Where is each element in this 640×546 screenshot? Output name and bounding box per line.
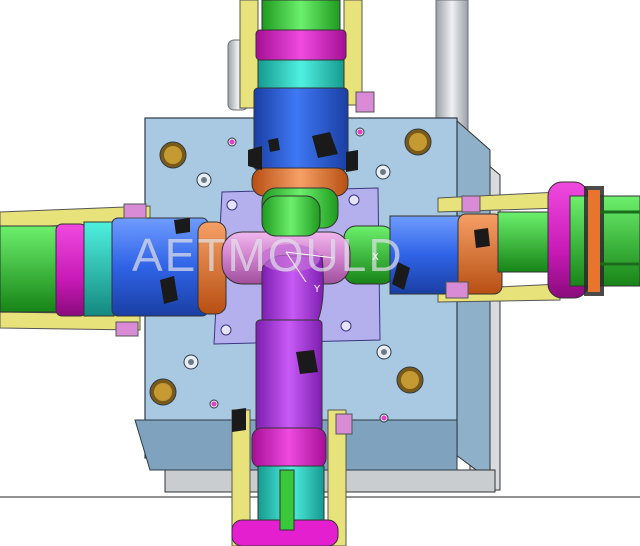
- left-slider-assembly[interactable]: [0, 203, 227, 337]
- cad-viewport[interactable]: AETMOULD X Y: [0, 0, 640, 546]
- hydraulic-cylinder-right[interactable]: [569, 186, 640, 296]
- mold-assembly-scene[interactable]: [0, 0, 640, 546]
